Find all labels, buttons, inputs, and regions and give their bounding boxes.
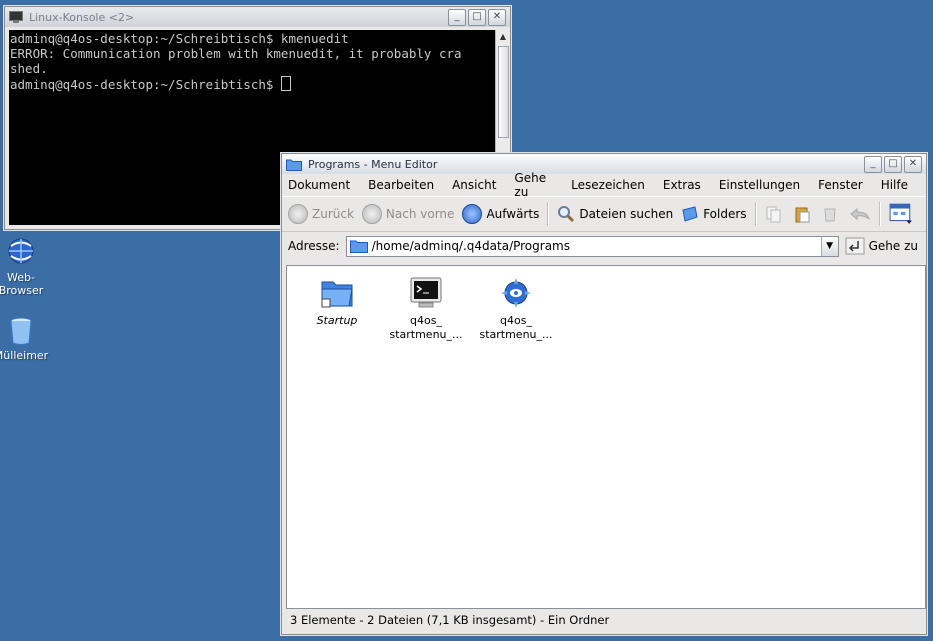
web-browser-label-1: Web- [7, 271, 35, 284]
undo-icon[interactable] [849, 205, 871, 223]
go-button[interactable]: Gehe zu [845, 237, 918, 255]
menu-gehe-zu[interactable]: Gehe zu [514, 171, 553, 199]
trash-label: Mülleimer [0, 349, 49, 362]
terminal-prompt-line: adminq@q4os-desktop:~/Schreibtisch$ [10, 76, 495, 92]
menu-fenster[interactable]: Fenster [818, 178, 863, 192]
console-title: Linux-Konsole <2> [29, 10, 135, 24]
web-browser-label-2: Browser [0, 284, 44, 297]
maximize-button[interactable]: □ [884, 155, 902, 173]
copy-icon[interactable] [765, 205, 783, 223]
file-name-line1: q4os_ [410, 314, 442, 327]
menu-extras[interactable]: Extras [663, 178, 701, 192]
find-files-label: Dateien suchen [579, 207, 674, 221]
back-label: Zurück [312, 207, 354, 221]
menu-dokument[interactable]: Dokument [288, 178, 350, 192]
paste-icon[interactable] [793, 205, 811, 223]
address-label: Adresse: [288, 239, 340, 253]
go-arrow-icon [845, 237, 865, 255]
folder-small-icon [349, 240, 368, 253]
folders-icon [682, 206, 698, 222]
menu-editor-window[interactable]: Programs - Menu Editor _ □ ✕ Dokument Be… [281, 153, 927, 635]
up-label: Aufwärts [486, 207, 540, 221]
maximize-button[interactable]: □ [468, 8, 486, 26]
file-name-line2: startmenu_... [389, 328, 463, 341]
menubar: Dokument Bearbeiten Ansicht Gehe zu Lese… [282, 171, 926, 199]
terminal-line: shed. [10, 61, 48, 76]
up-button[interactable]: Aufwärts [462, 204, 539, 224]
forward-label: Nach vorne [385, 207, 455, 221]
text-cursor [280, 76, 291, 91]
back-arrow-icon [288, 204, 308, 224]
address-dropdown-button[interactable]: ▼ [820, 236, 838, 256]
magnifier-icon [558, 206, 575, 223]
terminal-line: adminq@q4os-desktop:~/Schreibtisch$ kmen… [10, 31, 349, 46]
forward-arrow-icon [361, 204, 382, 224]
console-app-icon [9, 11, 23, 23]
terminal-line: ERROR: Communication problem with kmenue… [10, 46, 462, 61]
address-bar: Adresse: /home/adminq/.q4data/Programs ▼… [282, 232, 926, 260]
minimize-button[interactable]: _ [448, 8, 466, 26]
menu-lesezeichen[interactable]: Lesezeichen [571, 178, 645, 192]
trash-icon [10, 317, 32, 345]
file-item-q4os-startmenu-1[interactable]: q4os_ startmenu_... [386, 276, 466, 342]
up-arrow-icon [462, 204, 483, 224]
file-item-startup[interactable]: Startup [297, 276, 377, 328]
menu-einstellungen[interactable]: Einstellungen [719, 178, 800, 192]
main-toolbar: Zurück Nach vorne Aufwärts Dateien suche… [282, 196, 926, 232]
close-button[interactable]: ✕ [488, 8, 506, 26]
console-titlebar[interactable]: Linux-Konsole <2> _ □ ✕ [5, 7, 510, 27]
file-name-line2: startmenu_... [479, 328, 553, 341]
menu-editor-title: Programs - Menu Editor [308, 157, 438, 171]
web-browser-icon [8, 238, 34, 264]
file-view[interactable]: Startup q4os_ startmenu_... q4os_ startm… [286, 265, 926, 609]
file-item-q4os-startmenu-2[interactable]: q4os_ startmenu_... [476, 276, 556, 342]
folders-label: Folders [703, 207, 747, 221]
toolbar-separator [547, 202, 550, 226]
address-input[interactable]: /home/adminq/.q4data/Programs ▼ [345, 235, 839, 257]
find-files-button[interactable]: Dateien suchen [557, 205, 673, 223]
trash-toolbar-icon[interactable] [821, 205, 839, 223]
go-label: Gehe zu [868, 239, 918, 253]
file-name-line1: q4os_ [500, 314, 532, 327]
menu-bearbeiten[interactable]: Bearbeiten [368, 178, 434, 192]
menu-hilfe[interactable]: Hilfe [881, 178, 908, 192]
folder-icon [321, 281, 353, 308]
file-name: Startup [316, 314, 358, 327]
back-button[interactable]: Zurück [288, 204, 354, 224]
address-value: /home/adminq/.q4data/Programs [371, 239, 570, 253]
terminal-prompt: adminq@q4os-desktop:~/Schreibtisch$ [10, 77, 281, 92]
forward-button[interactable]: Nach vorne [361, 204, 455, 224]
folder-app-icon [286, 159, 302, 171]
view-mode-icon[interactable] [889, 203, 913, 225]
desktop-icon-web-browser[interactable]: Web- Browser [0, 234, 56, 297]
desktop-icon-trash[interactable]: Mülleimer [0, 316, 56, 362]
scroll-thumb[interactable] [498, 46, 509, 138]
menu-ansicht[interactable]: Ansicht [452, 178, 496, 192]
status-bar: 3 Elemente - 2 Dateien (7,1 KB insgesamt… [290, 613, 610, 627]
toolbar-separator [754, 202, 757, 226]
scroll-up-arrow[interactable]: ▲ [496, 30, 510, 44]
folders-button[interactable]: Folders [681, 205, 747, 223]
close-button[interactable]: ✕ [904, 155, 922, 173]
minimize-button[interactable]: _ [864, 155, 882, 173]
terminal-icon [410, 277, 442, 308]
menu-editor-titlebar[interactable]: Programs - Menu Editor _ □ ✕ [282, 154, 926, 174]
toolbar-separator [878, 202, 881, 226]
kde-gear-icon [501, 278, 531, 308]
